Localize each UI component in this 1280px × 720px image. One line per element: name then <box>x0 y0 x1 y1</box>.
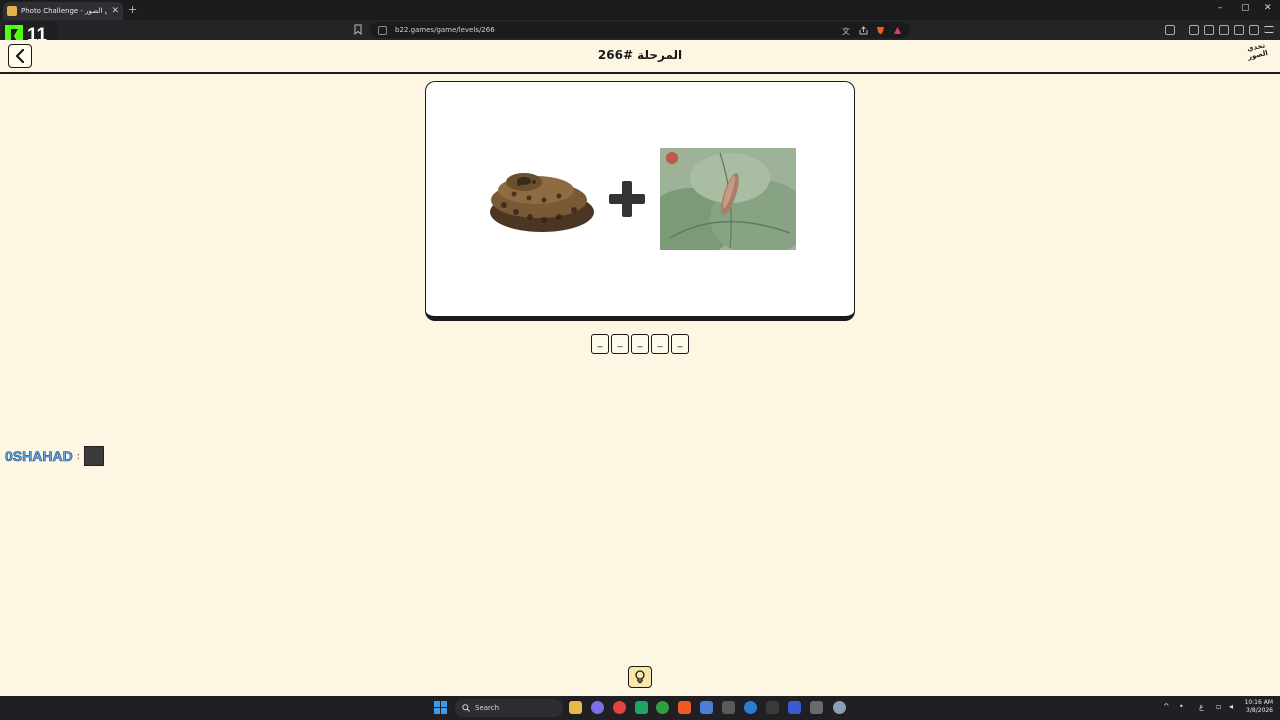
leo-ai-icon[interactable] <box>1234 25 1244 35</box>
sidebar-icon[interactable] <box>1204 25 1214 35</box>
bookmark-icon[interactable] <box>354 24 362 35</box>
minimize-button[interactable]: – <box>1218 3 1223 13</box>
site-info-icon[interactable] <box>378 25 387 35</box>
answer-slot[interactable]: _ <box>591 334 609 354</box>
share-icon[interactable] <box>859 25 868 35</box>
worm-on-leaf-image <box>660 148 796 250</box>
clock-date: 3/8/2026 <box>1246 707 1273 714</box>
taskbar-search-label: Search <box>475 704 500 712</box>
file-explorer-icon[interactable] <box>569 701 582 714</box>
clock-time: 10:16 AM <box>1244 699 1273 706</box>
level-title: المرحلة #266 <box>597 48 683 62</box>
streamer-separator: : <box>76 450 81 462</box>
brand-logo[interactable]: تحدي الصور <box>1242 40 1275 71</box>
svg-text:文: 文 <box>842 26 850 35</box>
streamer-tag: 0SHAHAD : <box>5 446 105 466</box>
new-tab-button[interactable]: + <box>128 3 137 16</box>
xbox-icon[interactable] <box>656 701 669 714</box>
address-bar[interactable]: b22.games/game/levels/266 文 <box>370 22 910 38</box>
page-header: المرحلة #266 تحدي الصور <box>0 40 1280 74</box>
snake-image <box>490 173 594 232</box>
streamer-avatar <box>84 446 105 466</box>
shield-app-icon[interactable] <box>700 701 713 714</box>
chrome-icon[interactable] <box>613 701 626 714</box>
browser-toolbar: b22.games/game/levels/266 文 <box>0 20 1280 40</box>
vpn-icon[interactable] <box>1249 25 1259 35</box>
taskbar-clock[interactable]: 10:16 AM 3/8/2026 <box>1243 699 1273 715</box>
streamer-name: 0SHAHAD <box>5 448 73 465</box>
edge-icon[interactable] <box>744 701 757 714</box>
epic-games-icon[interactable] <box>766 701 779 714</box>
brave-rewards-icon[interactable] <box>893 26 902 35</box>
answer-slot[interactable]: _ <box>671 334 689 354</box>
browser-tab[interactable]: Photo Challenge - تحدي الصور ✕ <box>3 2 123 20</box>
windows-taskbar: Search ^ • ع ▫ ◂ 10:16 AM 3/8/2026 <box>0 696 1280 720</box>
settings-icon[interactable] <box>833 701 846 714</box>
sheets-icon[interactable] <box>635 701 648 714</box>
brave-icon[interactable] <box>678 701 691 714</box>
app-icon[interactable] <box>810 701 823 714</box>
tab-close-icon[interactable]: ✕ <box>111 6 119 16</box>
hint-button[interactable] <box>628 666 652 688</box>
reader-mode-icon[interactable] <box>1165 25 1175 35</box>
app-icon[interactable] <box>788 701 801 714</box>
url-text[interactable]: b22.games/game/levels/266 <box>395 26 834 34</box>
media-icon[interactable] <box>1189 25 1199 35</box>
puzzle-card <box>425 81 855 321</box>
browser-tab-bar: Photo Challenge - تحدي الصور ✕ + – ▢ ✕ <box>0 0 1280 20</box>
taskbar-search[interactable]: Search <box>455 699 563 717</box>
answer-slot[interactable]: _ <box>611 334 629 354</box>
wallet-icon[interactable] <box>1219 25 1229 35</box>
restore-button[interactable]: ▢ <box>1241 3 1250 13</box>
tab-title: Photo Challenge - تحدي الصور <box>21 7 108 15</box>
answer-slot[interactable]: _ <box>631 334 649 354</box>
tray-chevron-icon[interactable]: ^ <box>1163 702 1170 711</box>
input-language-indicator[interactable]: ع <box>1199 702 1204 711</box>
search-icon <box>462 704 470 712</box>
app-icon[interactable] <box>722 701 735 714</box>
answer-slot[interactable]: _ <box>651 334 669 354</box>
brave-shields-icon[interactable] <box>876 26 885 35</box>
windows-start-icon[interactable] <box>434 701 447 714</box>
microphone-icon[interactable]: • <box>1179 702 1184 711</box>
translate-icon[interactable]: 文 <box>842 26 851 35</box>
lightbulb-icon <box>635 670 645 684</box>
network-icon[interactable]: ▫ <box>1216 702 1221 711</box>
tab-favicon-icon <box>7 6 17 16</box>
answer-slots: _ _ _ _ _ <box>591 334 689 354</box>
plus-icon <box>609 181 645 217</box>
menu-icon[interactable] <box>1264 26 1274 33</box>
discord-icon[interactable] <box>591 701 604 714</box>
volume-icon[interactable]: ◂ <box>1229 702 1233 711</box>
window-close-button[interactable]: ✕ <box>1264 3 1272 13</box>
